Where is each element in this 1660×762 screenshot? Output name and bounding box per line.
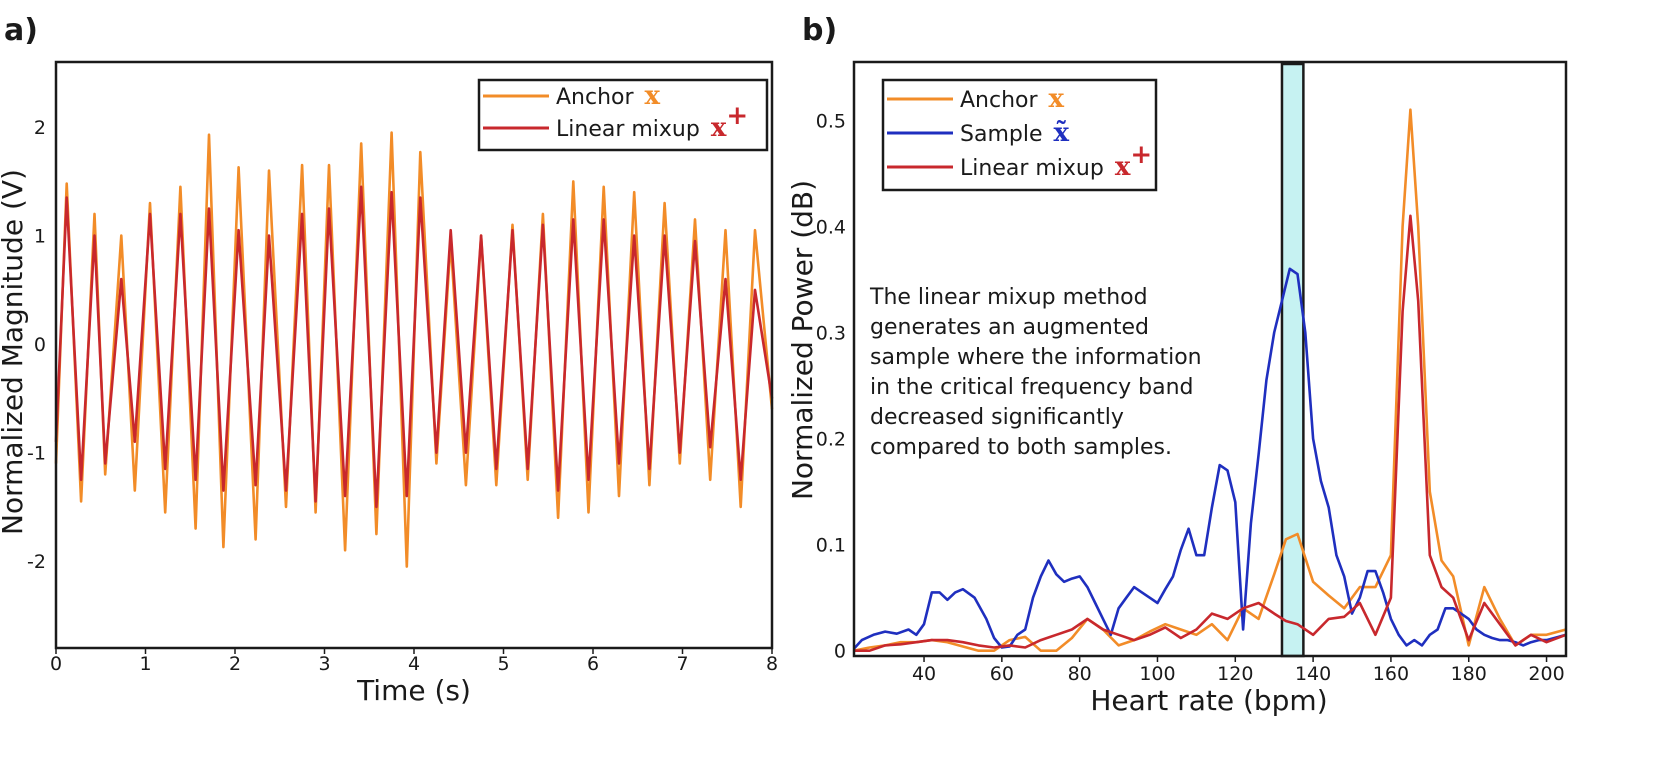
panel-b-y-axis-title: Normalized Power (dB) [786, 180, 819, 500]
panel-b-x-tick-label: 160 [1373, 663, 1409, 685]
panel-b-y-tick-label: 0.2 [816, 429, 846, 451]
panel-b-legend-symbol: x̃ [1053, 118, 1069, 148]
panel-b-x-ticks: 40 60 80 100 120 140 160 180 200 [912, 656, 1565, 685]
panel-a-x-tick-label: 4 [408, 653, 420, 675]
panel-b-y-ticks: 0.5 0.4 0.3 0.2 0.1 0 [816, 110, 846, 662]
panel-a-x-tick-label: 6 [587, 653, 599, 675]
panel-b-legend-symbol: x [1049, 84, 1065, 114]
panel-b-x-tick-label: 60 [990, 663, 1014, 685]
panel-a-y-tick-label: -1 [27, 443, 46, 465]
panel-a-y-axis-title: Normalized Magnitude (V) [0, 169, 29, 535]
panel-a-x-tick-label: 3 [318, 653, 330, 675]
panel-b-x-tick-label: 80 [1068, 663, 1092, 685]
panel-b-x-axis-title: Heart rate (bpm) [1090, 684, 1327, 717]
panel-a-legend-label-anchor: Anchor x [556, 81, 661, 111]
panel-b-series-linear-mixup [854, 214, 1567, 653]
panel-a-legend-symbol: x [645, 81, 661, 111]
panel-b-y-tick-label: 0.4 [816, 216, 846, 238]
panel-a-legend: Anchor xLinear mixup x+ [477, 78, 769, 152]
figure: a) 0 1 2 3 4 5 6 7 8 2 1 0 -1 -2 Time (s) Normalized… [0, 13, 1568, 717]
panel-b-legend-symbol: x [1115, 152, 1131, 182]
panel-b-legend-symbol-superscript: + [1130, 140, 1152, 170]
panel-a-label: a) [4, 13, 38, 48]
critical-frequency-band [1280, 62, 1305, 658]
panel-a-x-axis-title: Time (s) [356, 674, 471, 707]
panel-a-x-tick-label: 2 [229, 653, 241, 675]
panel-b-label: b) [802, 13, 837, 48]
panel-a-x-tick-label: 0 [50, 653, 62, 675]
panel-b-y-tick-label: 0.1 [816, 535, 846, 557]
panel-a-series-linear-mixup [54, 185, 774, 509]
panel-a-y-tick-label: 0 [34, 334, 46, 356]
panel-a-legend-symbol: x [711, 113, 727, 143]
panel-a-x-tick-label: 1 [139, 653, 151, 675]
panel-a-legend-symbol-superscript: + [726, 101, 748, 131]
panel-a-y-tick-label: -2 [27, 551, 46, 573]
panel-b-x-tick-label: 140 [1295, 663, 1331, 685]
panel-b-legend-label-sample: Sample x̃ [960, 118, 1069, 148]
annotation-text: The linear mixup method generates an aug… [869, 285, 1209, 460]
panel-b-x-tick-label: 40 [912, 663, 936, 685]
panel-b-x-tick-label: 120 [1217, 663, 1253, 685]
panel-a-y-tick-label: 1 [34, 226, 46, 248]
panel-a-series [54, 131, 774, 568]
panel-b: b) 40 60 80 100 120 140 160 180 200 0.5 0.4 0.3 0.2… [786, 13, 1568, 717]
panel-b-y-tick-label: 0 [834, 641, 846, 663]
panel-b-legend: Anchor xSample x̃Linear mixup x+ [881, 78, 1158, 192]
panel-a-y-tick-label: 2 [34, 117, 46, 139]
panel-b-legend-label-anchor: Anchor x [960, 84, 1065, 114]
panel-a-x-tick-label: 5 [497, 653, 509, 675]
panel-b-x-tick-label: 200 [1528, 663, 1564, 685]
panel-b-x-tick-label: 180 [1451, 663, 1487, 685]
panel-a-x-ticks: 0 1 2 3 4 5 6 7 8 [50, 648, 778, 675]
panel-a-x-tick-label: 7 [676, 653, 688, 675]
panel-a-y-ticks: 2 1 0 -1 -2 [27, 117, 46, 573]
panel-b-y-tick-label: 0.3 [816, 322, 846, 344]
panel-b-x-tick-label: 100 [1139, 663, 1175, 685]
panel-a: a) 0 1 2 3 4 5 6 7 8 2 1 0 -1 -2 Time (s) Normalized… [0, 13, 778, 707]
panel-a-x-tick-label: 8 [766, 653, 778, 675]
panel-b-y-tick-label: 0.5 [816, 110, 846, 132]
